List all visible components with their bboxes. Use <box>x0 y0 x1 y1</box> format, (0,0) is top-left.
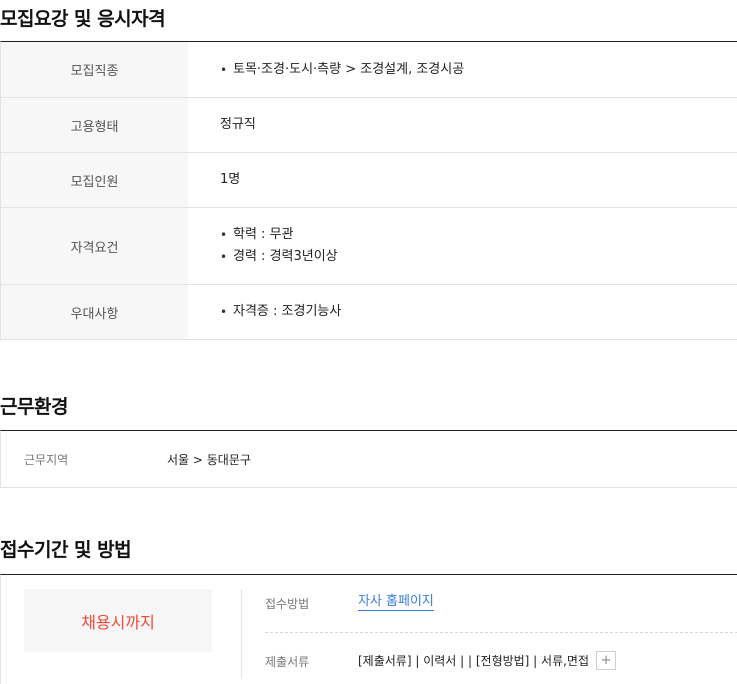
divider <box>241 589 242 679</box>
apply-method-label: 접수방법 <box>265 597 310 611</box>
bullet-icon: • <box>220 228 228 242</box>
value-text: 토목·조경·도시·측량 > 조경설계, 조경시공 <box>233 61 465 77</box>
apply-box: 채용시까지 접수방법 자사 홈페이지 제출서류 [제출서류] | 이력서 | |… <box>0 574 737 684</box>
row-value: • 자격증 : 조경기능사 <box>188 285 737 339</box>
row-label: 고용형태 <box>1 98 188 152</box>
work-location-value: 서울 > 동대문구 <box>167 452 251 467</box>
value-text: 1명 <box>220 172 241 187</box>
row-label: 모집인원 <box>1 153 188 207</box>
value-text: 학력 : 무관 <box>233 227 294 242</box>
row-value: 정규직 <box>188 98 737 152</box>
expand-plus-icon[interactable]: + <box>596 651 617 670</box>
value-text: 경력 : 경력3년이상 <box>233 249 338 264</box>
bullet-icon: • <box>220 250 228 264</box>
section-title-apply: 접수기간 및 방법 <box>0 539 132 561</box>
row-label: 모집직종 <box>1 42 188 97</box>
row-label: 우대사항 <box>1 285 188 339</box>
row-label: 자격요건 <box>1 208 188 284</box>
section-title-environment: 근무환경 <box>0 396 68 418</box>
table-row: 모집직종 • 토목·조경·도시·측량 > 조경설계, 조경시공 <box>1 42 737 98</box>
table-row: 모집인원 1명 <box>1 153 737 208</box>
section-title-requirements: 모집요강 및 응시자격 <box>0 8 166 30</box>
row-value: 1명 <box>188 153 737 207</box>
bullet-icon: • <box>220 62 228 77</box>
documents-label: 제출서류 <box>265 655 310 669</box>
bullet-icon: • <box>220 305 228 319</box>
apply-method-link[interactable]: 자사 홈페이지 <box>358 594 434 611</box>
row-value: • 학력 : 무관 • 경력 : 경력3년이상 <box>188 208 737 284</box>
table-row: 고용형태 정규직 <box>1 98 737 153</box>
documents-value: [제출서류] | 이력서 | | [전형방법] | 서류,면접 + <box>358 651 617 670</box>
table-row: 우대사항 • 자격증 : 조경기능사 <box>1 285 737 340</box>
requirements-table: 모집직종 • 토목·조경·도시·측량 > 조경설계, 조경시공 고용형태 정규직 … <box>0 41 737 340</box>
table-row: 자격요건 • 학력 : 무관 • 경력 : 경력3년이상 <box>1 208 737 285</box>
value-text: 자격증 : 조경기능사 <box>233 304 342 319</box>
deadline-badge: 채용시까지 <box>24 589 212 652</box>
value-text: 정규직 <box>220 117 256 132</box>
work-location-label: 근무지역 <box>24 452 69 467</box>
dashed-divider <box>265 632 737 633</box>
row-value: • 토목·조경·도시·측량 > 조경설계, 조경시공 <box>188 42 737 97</box>
environment-box: 근무지역 서울 > 동대문구 <box>0 430 737 488</box>
documents-text: [제출서류] | 이력서 | | [전형방법] | 서류,면접 <box>358 654 590 668</box>
